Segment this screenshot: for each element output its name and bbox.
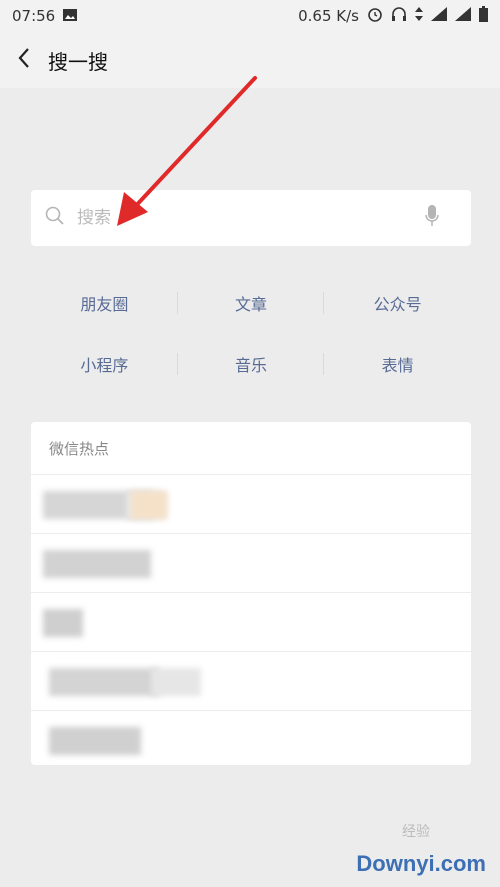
chevron-left-icon bbox=[17, 47, 31, 73]
image-icon bbox=[63, 7, 78, 25]
hot-topics-title: 微信热点 bbox=[31, 422, 471, 475]
blurred-content bbox=[43, 609, 83, 637]
category-label: 公众号 bbox=[373, 294, 422, 314]
category-grid: 朋友圈 文章 公众号 小程序 音乐 表情 bbox=[31, 272, 471, 394]
category-moments[interactable]: 朋友圈 bbox=[31, 272, 178, 333]
network-speed: 0.65 K/s bbox=[298, 7, 359, 25]
status-bar: 07:56 0.65 K/s bbox=[0, 0, 500, 32]
list-item[interactable] bbox=[31, 593, 471, 652]
category-label: 表情 bbox=[381, 355, 414, 375]
category-music[interactable]: 音乐 bbox=[178, 333, 325, 394]
category-articles[interactable]: 文章 bbox=[178, 272, 325, 333]
battery-icon bbox=[479, 6, 488, 26]
list-item[interactable] bbox=[31, 652, 471, 711]
data-arrows-icon bbox=[415, 7, 423, 25]
alarm-icon bbox=[367, 6, 383, 26]
watermark-sub: 经验 bbox=[402, 824, 430, 840]
category-label: 音乐 bbox=[234, 355, 267, 375]
watermark-logo: Downyi.com bbox=[356, 851, 486, 876]
search-input[interactable] bbox=[75, 207, 425, 229]
list-item[interactable] bbox=[31, 475, 471, 534]
category-label: 朋友圈 bbox=[80, 294, 129, 314]
blurred-content bbox=[43, 550, 151, 578]
hot-topics-panel: 微信热点 bbox=[31, 422, 471, 765]
category-label: 文章 bbox=[234, 294, 267, 314]
list-item[interactable] bbox=[31, 711, 471, 765]
microphone-icon[interactable] bbox=[425, 205, 439, 231]
status-time: 07:56 bbox=[12, 7, 56, 25]
page-title: 搜一搜 bbox=[48, 49, 108, 74]
signal-icon bbox=[455, 7, 471, 25]
category-label: 小程序 bbox=[80, 355, 129, 375]
blurred-content bbox=[49, 668, 159, 696]
category-stickers[interactable]: 表情 bbox=[324, 333, 471, 394]
blurred-content bbox=[49, 727, 141, 755]
blurred-content bbox=[151, 668, 201, 696]
category-mini-programs[interactable]: 小程序 bbox=[31, 333, 178, 394]
category-official-accounts[interactable]: 公众号 bbox=[324, 272, 471, 333]
search-icon bbox=[45, 206, 65, 230]
back-button[interactable] bbox=[0, 32, 48, 88]
blurred-content bbox=[131, 491, 167, 519]
search-box[interactable] bbox=[31, 190, 471, 246]
headphones-icon bbox=[391, 6, 407, 26]
signal-icon bbox=[431, 7, 447, 25]
list-item[interactable] bbox=[31, 534, 471, 593]
top-bar: 搜一搜 bbox=[0, 32, 500, 88]
